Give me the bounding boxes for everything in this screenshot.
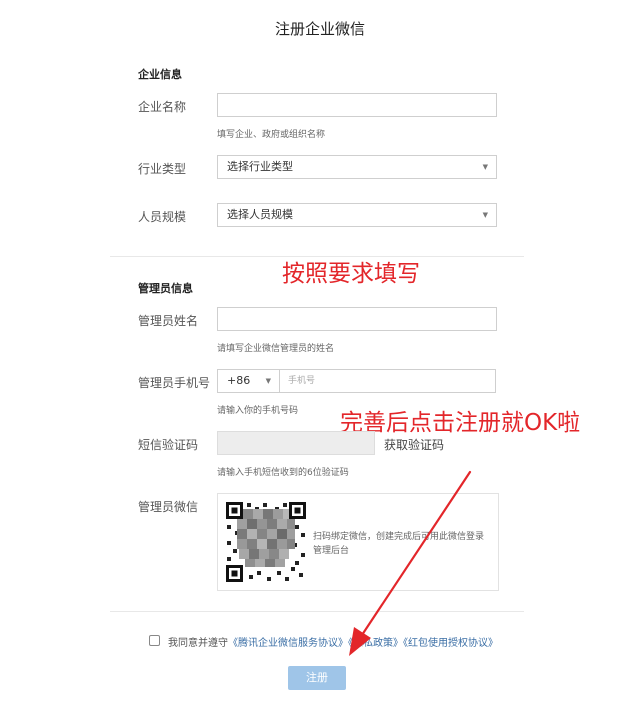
red-arrow-icon <box>349 470 472 656</box>
